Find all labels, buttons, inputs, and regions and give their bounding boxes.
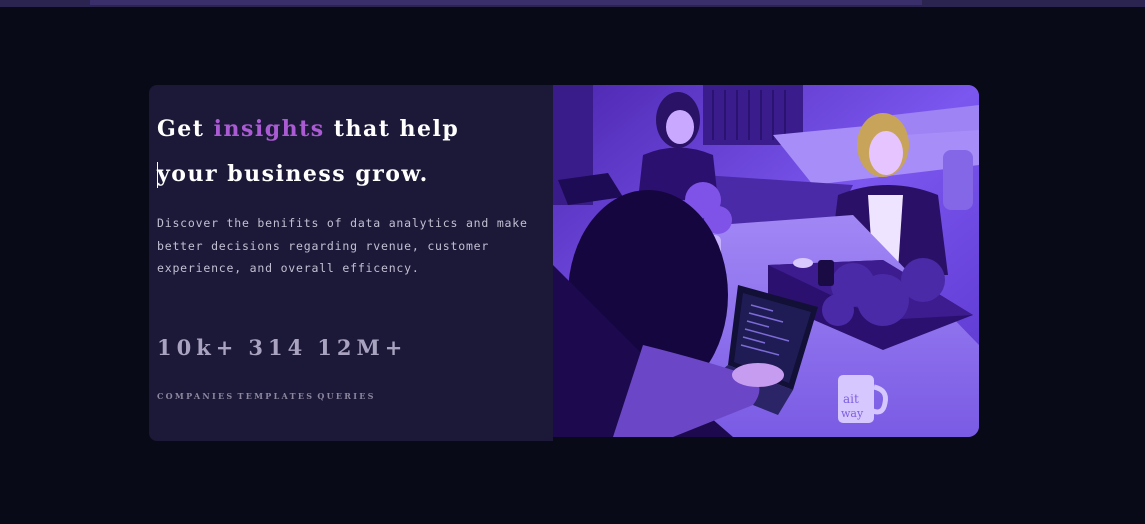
- stats-values: 10k+ 314 12M+: [157, 335, 417, 360]
- stat-value-templates: 314: [248, 335, 308, 360]
- svg-text:way: way: [841, 407, 864, 420]
- mug-text: ait: [843, 392, 859, 406]
- headline-accent-text: insights: [213, 116, 325, 142]
- stat-value-companies: 10k+: [157, 335, 239, 360]
- hero-headline: Get insights that help your business gro…: [157, 107, 497, 197]
- text-cursor: [157, 162, 158, 188]
- hero-text-card: Get insights that help your business gro…: [149, 85, 553, 441]
- stat-label-templates: TEMPLATES: [237, 391, 315, 401]
- top-strip: [0, 0, 1145, 7]
- stat-value-queries: 12M+: [317, 335, 408, 360]
- headline-text-pre: Get: [157, 116, 214, 142]
- top-strip-highlight: [90, 0, 922, 5]
- stats-labels: COMPANIES TEMPLATES QUERIES: [157, 391, 379, 401]
- hero-image: ait way: [553, 85, 979, 437]
- stat-label-queries: QUERIES: [317, 391, 376, 401]
- office-team-photo: ait way: [553, 85, 979, 437]
- hero-description: Discover the benifits of data analytics …: [157, 216, 528, 275]
- stat-label-companies: COMPANIES: [157, 391, 235, 401]
